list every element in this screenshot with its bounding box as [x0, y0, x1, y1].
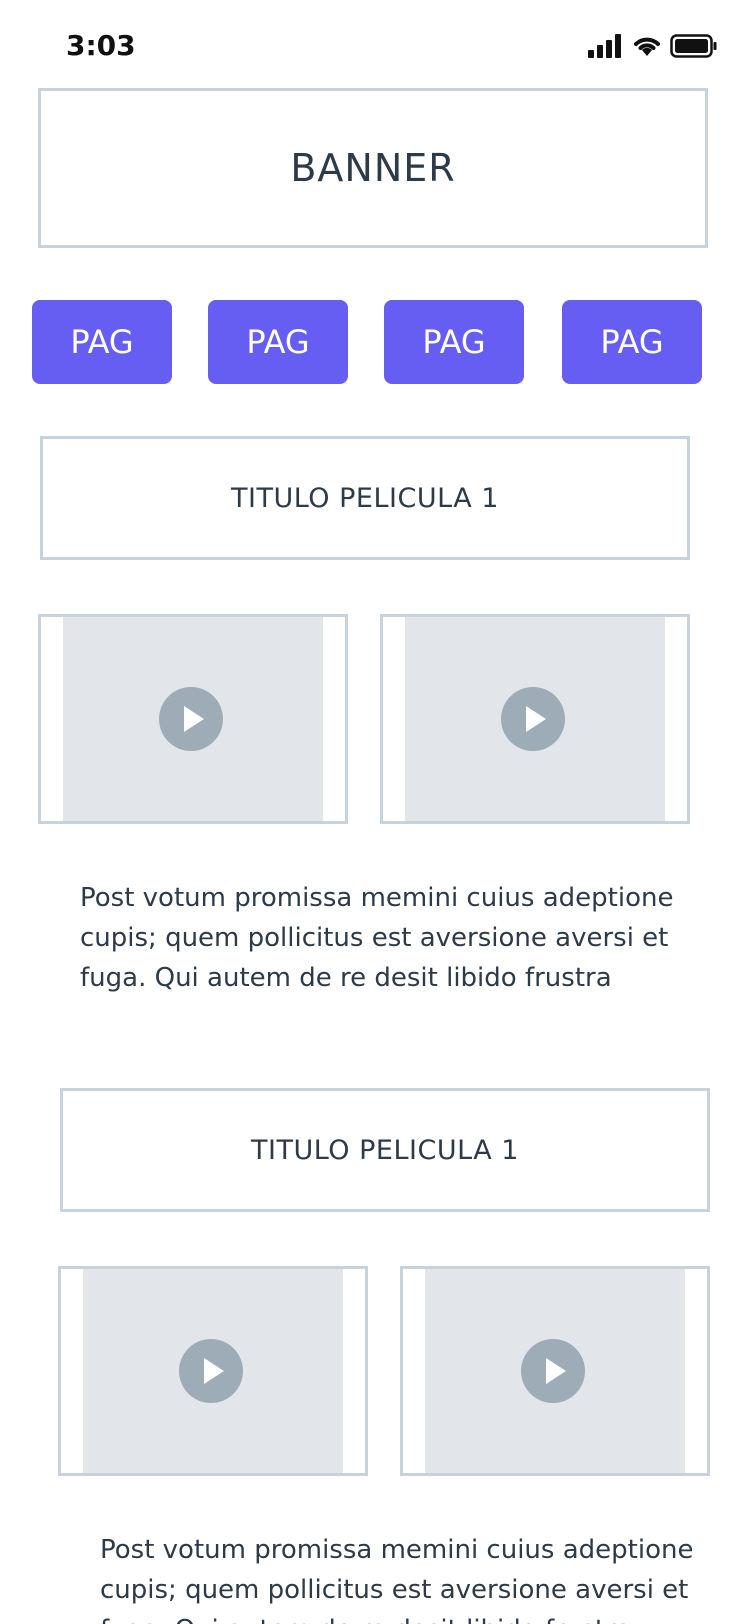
status-bar: 3:03 — [0, 0, 752, 92]
movie-description: Post votum promissa memini cuius adeptio… — [80, 883, 674, 993]
status-icons — [588, 34, 718, 60]
signal-icon — [588, 34, 621, 58]
movie-description: Post votum promissa memini cuius adeptio… — [100, 1535, 694, 1624]
video-card[interactable] — [38, 614, 348, 824]
video-card[interactable] — [380, 614, 690, 824]
video-thumbnail[interactable] — [405, 617, 665, 821]
wifi-icon — [634, 37, 660, 56]
play-icon[interactable] — [521, 1339, 585, 1403]
movie-title-box: TITULO PELICULA 1 — [40, 436, 690, 560]
battery-icon — [670, 34, 717, 58]
video-thumbnail[interactable] — [83, 1269, 343, 1473]
pag-button-3[interactable]: PAG — [384, 300, 524, 384]
banner: BANNER — [38, 88, 708, 248]
play-icon[interactable] — [179, 1339, 243, 1403]
status-time: 3:03 — [66, 29, 136, 62]
movie-title: TITULO PELICULA 1 — [251, 1134, 519, 1166]
pag-button-2[interactable]: PAG — [208, 300, 348, 384]
play-icon[interactable] — [501, 687, 565, 751]
video-thumbnail[interactable] — [425, 1269, 685, 1473]
pag-button-4[interactable]: PAG — [562, 300, 702, 384]
banner-label: BANNER — [290, 146, 456, 190]
video-thumbnail[interactable] — [63, 617, 323, 821]
video-card[interactable] — [58, 1266, 368, 1476]
video-card[interactable] — [400, 1266, 710, 1476]
play-icon[interactable] — [159, 687, 223, 751]
pag-button-1[interactable]: PAG — [32, 300, 172, 384]
movie-title: TITULO PELICULA 1 — [231, 482, 499, 514]
movie-title-box: TITULO PELICULA 1 — [60, 1088, 710, 1212]
